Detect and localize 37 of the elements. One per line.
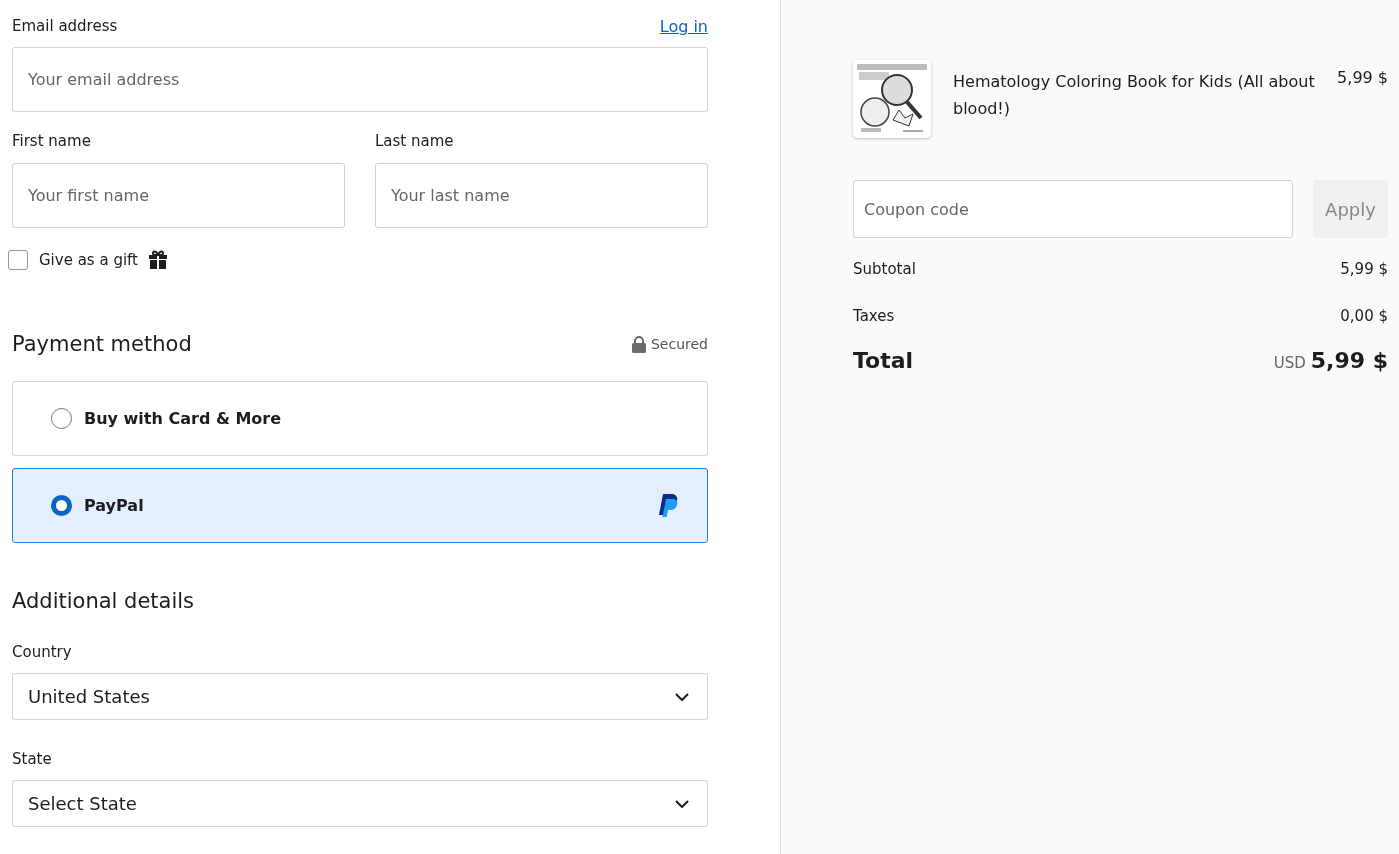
section-title: Payment method xyxy=(12,332,192,356)
coupon-field[interactable]: Coupon code xyxy=(853,180,1293,238)
gift-checkbox[interactable] xyxy=(8,250,28,270)
radio-button[interactable] xyxy=(51,495,72,516)
summary-label: Subtotal xyxy=(853,260,916,280)
email-field[interactable]: Your email address xyxy=(12,47,708,112)
field-label: Email address xyxy=(12,17,118,35)
product-title: Hematology Coloring Book for Kids (All about blood!) xyxy=(953,71,1316,120)
option-label: PayPal xyxy=(84,496,145,515)
field-label: Country xyxy=(12,643,73,663)
dropdown[interactable]: Select State xyxy=(12,780,708,827)
dropdown[interactable]: United States xyxy=(12,673,708,720)
first-name-field[interactable]: Your first name xyxy=(12,163,345,228)
chevron-down-icon xyxy=(675,692,689,701)
summary-value: 0,00 $ xyxy=(1340,307,1388,327)
gift-label: Give as a gift xyxy=(39,251,138,269)
section-title: Additional details xyxy=(12,589,196,613)
field-label: State xyxy=(12,750,53,770)
product-price: 5,99 $ xyxy=(1337,68,1388,87)
chevron-down-icon xyxy=(675,799,689,808)
login-link[interactable]: Log in xyxy=(659,16,708,36)
summary-label: Taxes xyxy=(853,307,895,327)
summary-value: 5,99 $ xyxy=(1340,260,1388,280)
total-label: Total xyxy=(853,348,914,373)
lock-icon xyxy=(631,335,646,353)
radio-button[interactable] xyxy=(51,408,72,429)
paypal-icon xyxy=(659,493,679,518)
currency-label: USD xyxy=(1273,354,1306,372)
field-label: Last name xyxy=(375,132,455,152)
option-label: Buy with Card & More xyxy=(84,409,283,428)
payment-option[interactable]: Buy with Card & More xyxy=(12,381,708,456)
gift-icon xyxy=(149,250,167,270)
total-value: 5,99 $ xyxy=(1310,348,1388,373)
field-label: First name xyxy=(12,132,92,152)
secured-label: Secured xyxy=(650,336,708,352)
payment-option[interactable]: PayPal xyxy=(12,468,708,543)
last-name-field[interactable]: Your last name xyxy=(375,163,708,228)
